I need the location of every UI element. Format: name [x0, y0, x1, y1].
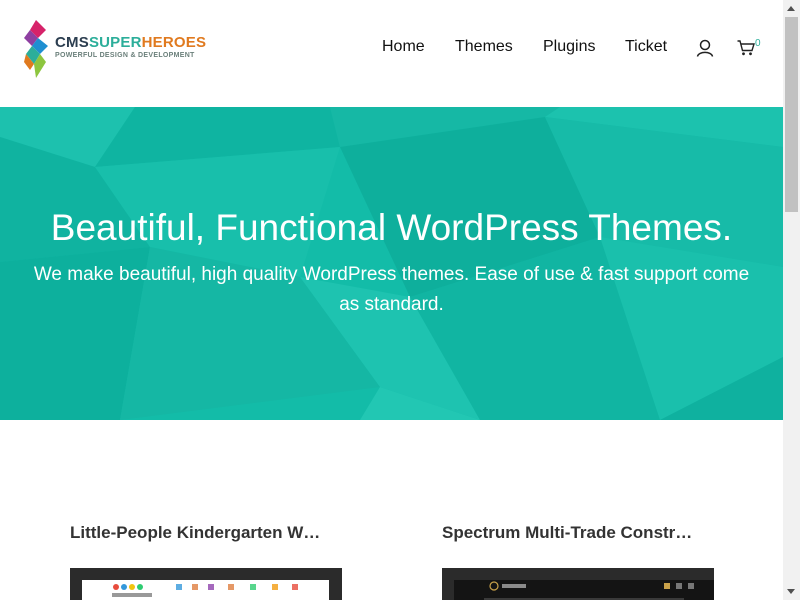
- theme-card-thumbnail[interactable]: [442, 568, 714, 600]
- hero-subtitle-text: We make beautiful, high quality WordPres…: [33, 264, 750, 315]
- brand-name-part2: SUPER: [88, 34, 142, 51]
- scrollbar-thumb[interactable]: [785, 17, 798, 212]
- site-logo[interactable]: CMSSUPERHEROES POWERFUL DESIGN & DEVELOP…: [24, 20, 224, 78]
- theme-card: Little-People Kindergarten W…: [70, 520, 345, 600]
- cart-icon: [737, 40, 755, 56]
- site-header: CMSSUPERHEROES POWERFUL DESIGN & DEVELOP…: [0, 0, 783, 107]
- theme-card: Spectrum Multi-Trade Constr…: [442, 520, 717, 600]
- scroll-down-button[interactable]: [783, 583, 800, 600]
- nav-item-home[interactable]: Home: [382, 38, 425, 56]
- theme-card-title[interactable]: Spectrum Multi-Trade Constr…: [442, 520, 717, 546]
- hero-title: Beautiful, Functional WordPress Themes.: [50, 207, 733, 248]
- brand-name-part3: HEROES: [141, 34, 207, 51]
- brand-name: CMSSUPERHEROES: [55, 35, 206, 50]
- brand-name-part1: CMS: [55, 34, 89, 51]
- theme-card-thumbnail[interactable]: [70, 568, 342, 600]
- thumbnail-content: [484, 581, 694, 600]
- brand-tagline: POWERFUL DESIGN & DEVELOPMENT: [55, 52, 195, 59]
- hero-subtitle: We make beautiful, high quality WordPres…: [0, 260, 783, 320]
- thumbnail-content: [112, 584, 298, 597]
- scroll-up-button[interactable]: [783, 0, 800, 17]
- arrow-down-icon: [787, 589, 795, 594]
- nav-item-ticket[interactable]: Ticket: [625, 38, 667, 56]
- cart-button[interactable]: 0: [737, 38, 767, 58]
- thumbnail-preview: [454, 580, 714, 600]
- nav-item-themes[interactable]: Themes: [455, 38, 513, 56]
- page: CMSSUPERHEROES POWERFUL DESIGN & DEVELOP…: [0, 0, 783, 600]
- hero-banner: Beautiful, Functional WordPress Themes. …: [0, 107, 783, 420]
- cart-count: 0: [755, 38, 761, 49]
- page-scrollbar[interactable]: [783, 0, 800, 600]
- logo-text: CMSSUPERHEROES POWERFUL DESIGN & DEVELOP…: [55, 35, 206, 59]
- user-icon[interactable]: [696, 39, 714, 57]
- theme-card-title[interactable]: Little-People Kindergarten W…: [70, 520, 345, 546]
- thumbnail-preview: [82, 580, 329, 600]
- arrow-up-icon: [787, 6, 795, 11]
- logo-mark-icon: [24, 20, 48, 78]
- nav-item-plugins[interactable]: Plugins: [543, 38, 595, 56]
